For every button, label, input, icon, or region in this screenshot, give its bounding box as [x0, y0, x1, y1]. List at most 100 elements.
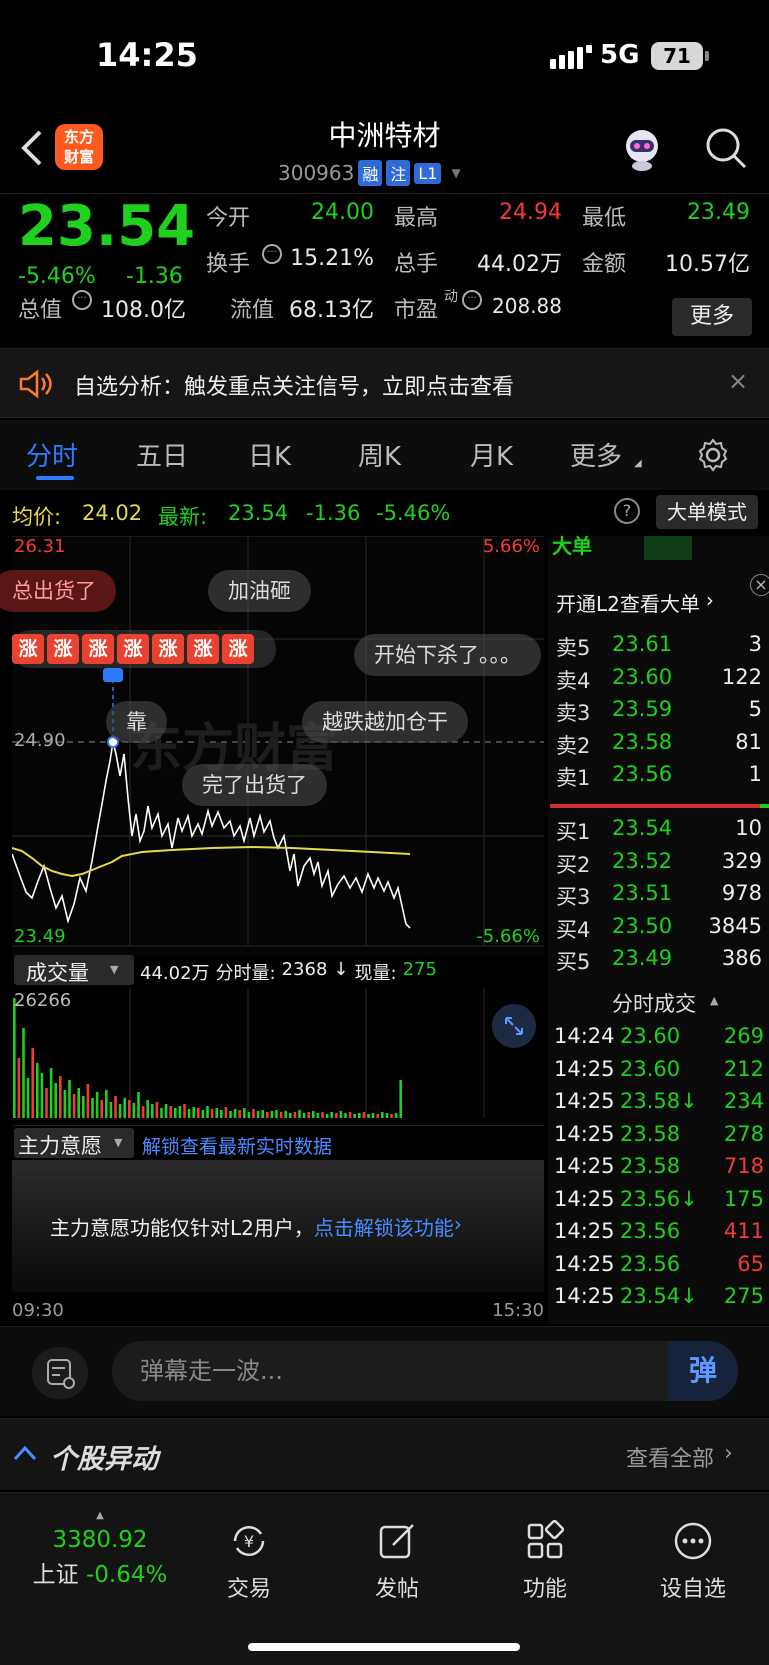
trade-time: 14:25 — [554, 1056, 615, 1081]
robot-assistant-icon[interactable] — [618, 124, 666, 172]
close-icon[interactable]: × — [728, 367, 748, 395]
volume-chart[interactable]: 26266 — [12, 988, 544, 1123]
trade-time: 14:25 — [554, 1089, 615, 1113]
intent-selector[interactable]: 主力意愿 ▼ — [14, 1128, 134, 1158]
index-percent: -0.64% — [85, 1562, 168, 1588]
stock-movement-bar[interactable]: 个股异动 查看全部 › — [0, 1418, 769, 1490]
tab-monthly-k[interactable]: 月K — [470, 436, 513, 473]
nav-functions[interactable]: 功能 — [490, 1519, 600, 1603]
level-price: 23.52 — [612, 848, 673, 873]
nav-post[interactable]: 发帖 — [342, 1519, 452, 1603]
volume-bar — [128, 1100, 131, 1118]
danmaku-bubble: 越跌越加仓干 — [302, 701, 468, 743]
volume-bar — [54, 1083, 57, 1118]
help-icon[interactable]: ? — [614, 498, 640, 524]
volume-bar — [215, 1108, 218, 1118]
volume-bar — [266, 1112, 269, 1118]
volume-bar — [289, 1113, 292, 1118]
tab-more[interactable]: 更多 — [570, 436, 622, 473]
danmaku-bubble: 开始下杀了。。。 — [354, 634, 541, 676]
expand-icon[interactable] — [492, 1004, 536, 1048]
volume-bar — [187, 1109, 191, 1118]
amount-value: 10.57亿 — [665, 252, 750, 277]
info-icon[interactable]: ··· — [462, 290, 482, 310]
tab-weekly-k[interactable]: 周K — [358, 436, 401, 473]
gear-icon[interactable] — [696, 438, 730, 472]
turnover-value: 15.21% — [290, 246, 374, 271]
rise-badge-row: 涨 涨 涨 涨 涨 涨 涨 — [12, 630, 276, 668]
trade-volume: 411 — [723, 1219, 764, 1243]
nav-set-watchlist[interactable]: 设自选 — [638, 1519, 748, 1603]
trade-row: 14:25 23.56 411 — [554, 1219, 764, 1249]
volume-bar — [17, 1058, 21, 1118]
l2-link[interactable]: 开通L2查看大单 › — [556, 588, 714, 617]
nav-trade[interactable]: ¥ 交易 — [194, 1519, 304, 1603]
volume-bar — [132, 1103, 136, 1118]
more-button[interactable]: 更多 — [672, 298, 752, 336]
volume-bar — [197, 1108, 200, 1118]
trade-row: 14:25 23.58 718 — [554, 1154, 764, 1184]
trade-price: 23.60 — [620, 1056, 681, 1081]
chart-bottom-percent: -5.66% — [476, 926, 540, 947]
edit-icon — [379, 1524, 414, 1559]
ask-row: 卖1 23.56 1 — [556, 762, 762, 792]
more-dots-icon — [674, 1522, 712, 1560]
big-order-bar — [644, 536, 692, 560]
volume-bar — [353, 1114, 356, 1118]
index-widget[interactable]: ▲ 3380.92 上证 -0.64% — [20, 1511, 180, 1589]
level-price: 23.51 — [612, 881, 673, 905]
search-icon[interactable] — [704, 126, 748, 170]
trade-time: 14:25 — [554, 1284, 615, 1308]
volume-stats: 44.02万 分时量: 2368 ↓ 现量: 275 — [140, 959, 437, 985]
stock-sub[interactable]: 300963 融 注 L1 ▼ — [278, 160, 461, 186]
danmaku-bubble: 靠 — [106, 701, 167, 743]
info-icon[interactable]: ··· — [72, 290, 92, 310]
notice-bar[interactable]: 自选分析：触发重点关注信号，立即点击查看 × — [0, 348, 769, 418]
trade-volume: 65 — [737, 1251, 764, 1276]
chevron-down-icon: ▼ — [451, 166, 461, 180]
volume-bar — [307, 1112, 310, 1118]
volume-bar — [123, 1098, 126, 1118]
level-volume: 1 — [748, 762, 762, 786]
info-icon[interactable]: ··· — [262, 244, 282, 264]
level-volume: 978 — [721, 881, 762, 905]
big-order-mode-button[interactable]: 大单模式 — [656, 495, 758, 529]
volume-bar — [100, 1100, 103, 1118]
volume-bar — [275, 1110, 278, 1118]
level-volume: 81 — [735, 729, 762, 754]
level-price: 23.54 — [612, 816, 673, 840]
danmaku-input[interactable]: 弹幕走一波... — [112, 1341, 738, 1401]
volume-selector[interactable]: 成交量 ▼ — [14, 955, 134, 985]
signal-icon — [550, 45, 592, 69]
bid-row: 买5 23.49 386 — [556, 946, 762, 976]
rise-badge: 涨 — [187, 634, 219, 664]
danmaku-send-button[interactable]: 弹 — [668, 1341, 738, 1401]
intent-unlock-link[interactable]: 点击解锁该功能 — [314, 1212, 454, 1241]
intraday-chart[interactable]: 东方财富 26.31 5.66% 24.90 23.49 -5.66% 总出货了… — [0, 536, 544, 956]
tag-level: L1 — [414, 162, 442, 184]
chevron-down-icon: ▼ — [114, 1136, 123, 1149]
trade-row: 14:25 23.56↓ 175 — [554, 1187, 764, 1217]
avg-label: 均价: — [12, 505, 62, 529]
time-end: 15:30 — [492, 1300, 544, 1321]
pe-value: 208.88 — [492, 294, 562, 318]
close-icon[interactable]: × — [750, 574, 769, 596]
danmaku-settings-icon[interactable] — [32, 1347, 88, 1399]
level-price: 23.49 — [612, 946, 673, 970]
minute-volume-label: 分时量: — [215, 963, 276, 984]
trades-title[interactable]: 分时成交 ▲ — [612, 988, 718, 1018]
trade-volume: 212 — [723, 1056, 764, 1081]
see-all-link[interactable]: 查看全部 › — [626, 1441, 733, 1473]
tab-daily-k[interactable]: 日K — [248, 436, 291, 473]
tab-five-day[interactable]: 五日 — [136, 436, 188, 473]
tab-intraday[interactable]: 分时 — [26, 436, 78, 473]
ask-row: 卖4 23.60 122 — [556, 665, 762, 695]
unlock-link[interactable]: 解锁查看最新实时数据 — [142, 1132, 332, 1159]
trade-row: 14:25 23.58↓ 234 — [554, 1089, 764, 1119]
chart-bottom-price: 23.49 — [14, 926, 66, 947]
volume-bar — [321, 1112, 324, 1118]
mktcap-label: 总值 — [18, 298, 63, 323]
trade-row: 14:25 23.54↓ 275 — [554, 1284, 764, 1314]
minute-volume: 2368 — [281, 959, 328, 980]
level-price: 23.50 — [612, 913, 673, 938]
